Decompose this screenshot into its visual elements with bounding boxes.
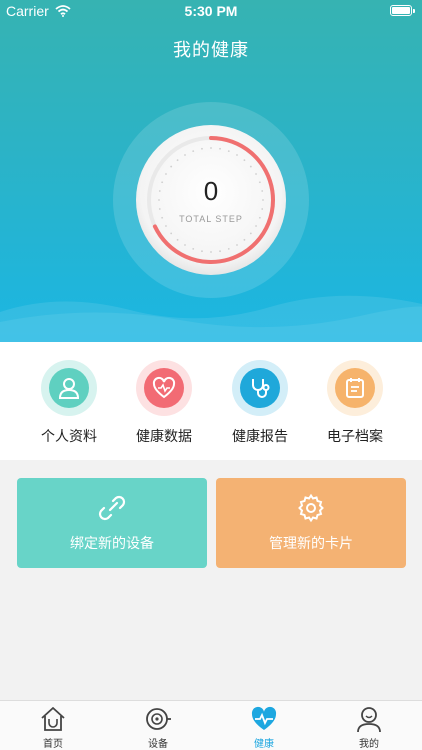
link-icon [98,495,126,521]
dial-tick [184,244,186,246]
dial-tick [192,247,195,250]
dial-tick [255,173,257,175]
quick-actions: 个人资料 健康数据 健康报告 电子档案 [0,342,422,460]
step-count: 0 [203,176,219,206]
action-label: 电子档案 [327,429,383,445]
dial-tick [165,225,167,227]
action-label: 个人资料 [41,429,97,445]
dial-tick [261,208,264,210]
gear-icon [298,493,324,523]
action-label: 健康数据 [136,429,192,445]
card-label: 绑定新的设备 [70,536,154,552]
heartbeat-icon [251,706,277,730]
dial-tick [219,147,221,150]
stethoscope-icon [252,379,270,398]
dial-tick [184,154,186,156]
dial-tick [210,251,212,253]
step-label: TOTAL STEP [179,214,243,224]
dial-tick [236,244,238,246]
dial-tick [243,159,246,162]
dial-tick [227,150,230,153]
dial-tick [262,199,264,201]
device-icon [146,708,171,730]
health-hero: Carrier 5:30 PM 我的健康 0 TOTAL STEP [0,0,422,342]
dial-tick [158,208,161,210]
dial-tick [210,147,212,149]
dial-tick [201,147,203,150]
tab-label: 健康 [254,739,274,750]
dial-tick [249,232,252,235]
profile-icon [357,707,381,733]
action-health-report[interactable]: 健康报告 [210,360,310,446]
tab-profile[interactable]: 我的 [329,704,409,750]
dial-tick [236,154,238,156]
dial-tick [249,165,252,168]
manage-card-card[interactable]: 管理新的卡片 [216,478,406,568]
action-health-data[interactable]: 健康数据 [114,360,214,446]
card-label: 管理新的卡片 [269,536,353,552]
tab-label: 首页 [43,739,63,750]
dial-tick [170,232,173,235]
dial-tick [201,250,203,253]
dial-tick [170,165,173,168]
tab-label: 我的 [359,739,379,750]
dial-tick [176,238,179,241]
home-icon [41,707,65,731]
tab-health[interactable]: 健康 [224,704,304,750]
bind-device-card[interactable]: 绑定新的设备 [17,478,207,568]
dial-tick [255,225,257,227]
tab-label: 设备 [148,739,168,750]
dial-tick [219,250,221,253]
dial-tick [158,199,160,201]
dial-tick [176,159,179,162]
tab-home[interactable]: 首页 [13,704,93,750]
tab-bar: 首页 设备 健康 我的 [0,700,422,750]
dial-tick [192,150,195,153]
step-dial [113,102,309,298]
action-personal-profile[interactable]: 个人资料 [19,360,119,446]
dial-tick [165,173,167,175]
dial-tick [243,238,246,241]
person-icon [58,378,80,399]
dial-tick [261,190,264,192]
dial-tick [227,247,230,250]
action-label: 健康报告 [232,429,288,445]
tab-device[interactable]: 设备 [118,704,198,750]
file-archive-icon [346,378,364,398]
action-e-archive[interactable]: 电子档案 [305,360,405,446]
heart-data-icon [152,376,176,399]
